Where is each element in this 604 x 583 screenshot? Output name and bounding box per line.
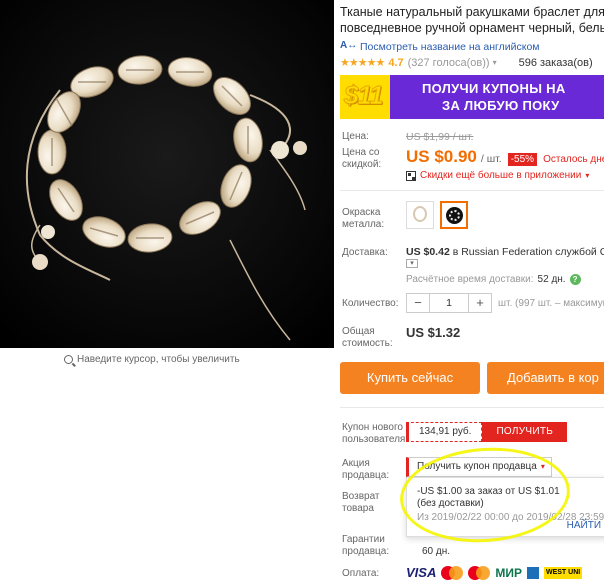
color-label: Окраска металла: (342, 207, 384, 231)
orders-count: 596 заказа(ов) (518, 56, 593, 69)
rating-votes[interactable]: (327 голоса(ов)) (408, 57, 490, 69)
quantity-label: Количество: (342, 298, 399, 309)
chevron-down-icon[interactable]: ▾ (541, 462, 545, 471)
total-label-1: Общая (342, 326, 375, 337)
payment-label: Оплата: (342, 568, 380, 579)
title-line-2: повседневное ручной орнамент черный, бел… (340, 21, 604, 35)
buy-now-button[interactable]: Купить сейчас (340, 362, 480, 394)
chevron-down-icon[interactable]: ▾ (493, 58, 497, 67)
app-deal-link[interactable]: Скидки ещё больше в приложении ▾ (406, 170, 589, 181)
banner-amount: $11 (343, 80, 383, 111)
get-coupon-button[interactable]: ПОЛУЧИТЬ (482, 422, 568, 442)
guarantee-label-1: Гарантии (342, 534, 385, 545)
seller-coupon-dropdown-text[interactable]: Получить купон продавца (417, 461, 537, 472)
original-price: US $1,99 / шт. (406, 131, 474, 143)
total-label-2: стоимость: (342, 338, 393, 349)
seller-label-2: продавца: (342, 470, 390, 481)
shipping-label: Доставка: (342, 247, 388, 258)
color-label-2: металла: (342, 219, 385, 230)
new-user-coupon-label: Купон нового пользователя (342, 422, 405, 446)
discount-price-amount: US $0.90 (406, 147, 477, 166)
title-line-1: Тканые натуральный ракушками браслет для… (340, 5, 604, 19)
find-coupon-link[interactable]: НАЙТИ (567, 520, 601, 532)
discount-badge: -55% (507, 153, 538, 166)
translate-link[interactable]: A↔ Посмотреть название на английском (340, 40, 540, 53)
product-image[interactable] (0, 0, 334, 348)
color-label-1: Окраска (342, 207, 381, 218)
translate-icon: A↔ (340, 40, 358, 51)
banner-line-2: ЗА ЛЮБУЮ ПОКУ (442, 98, 560, 113)
discount-price: US $0.90 / шт. -55% Осталось дне (406, 147, 604, 167)
seller-coupon-popup: -US $1.00 за заказ от US $1.01 (без дост… (406, 477, 604, 537)
price-unit: / шт. (480, 153, 502, 165)
app-deal-text[interactable]: Скидки ещё больше в приложении (420, 170, 581, 181)
translate-link-text[interactable]: Посмотреть название на английском (360, 41, 540, 53)
bracelet-thumb-icon (446, 207, 463, 224)
payment-card-icon (526, 566, 539, 579)
rating-row: ★★★★★ 4.7 (327 голоса(ов)) ▾ 596 заказа(… (340, 56, 593, 70)
shipping-info[interactable]: US $0.42 в Russian Federation службой Ch… (406, 246, 604, 258)
shipping-destination[interactable]: Russian Federation службой Chi (461, 246, 604, 258)
new-user-coupon: 134,91 руб. ПОЛУЧИТЬ (406, 422, 568, 442)
returns-label-2: товара (342, 503, 374, 514)
star-rating-icon[interactable]: ★★★★★ (340, 56, 385, 69)
total-price: US $1.32 (406, 325, 461, 340)
divider (340, 190, 604, 191)
chevron-down-icon[interactable]: ▾ (585, 171, 589, 180)
rating-score: 4.7 (388, 56, 404, 69)
divider (340, 407, 604, 408)
seller-coupon-dropdown[interactable]: Получить купон продавца ▾ (406, 457, 552, 477)
product-title: Тканые натуральный ракушками браслет для… (340, 4, 604, 36)
bracelet-thumb-icon (413, 206, 427, 222)
guarantee-label-2: продавца: (342, 546, 390, 557)
zoom-hint-text: Наведите курсор, чтобы увеличить (77, 354, 240, 365)
help-icon[interactable]: ? (569, 274, 581, 285)
delivery-eta: Расчётное время доставки: 52 дн. ? (406, 274, 581, 285)
time-remaining: Осталось дне (543, 154, 604, 165)
popup-shipping-note: (без доставки) (417, 498, 484, 509)
magnifier-icon (64, 355, 73, 364)
quantity-stepper: − 1 + шт. (997 шт. – максимум на (406, 293, 604, 313)
returns-label: Возврат товара (342, 491, 380, 515)
bead (271, 141, 289, 159)
coupon-promo-banner[interactable]: $11 ПОЛУЧИ КУПОНЫ НА ЗА ЛЮБУЮ ПОКУ (340, 75, 604, 119)
guarantee-days: 60 дн. (422, 546, 451, 557)
qr-code-icon (406, 170, 416, 181)
eta-label: Расчётное время доставки: (406, 274, 534, 285)
returns-label-1: Возврат (342, 491, 380, 502)
popup-discount: -US $1.00 за заказ от US $1.01 (417, 486, 560, 497)
mastercard-icon (441, 565, 464, 580)
banner-line-1: ПОЛУЧИ КУПОНЫ НА (422, 81, 566, 96)
new-user-label-2: пользователя (342, 434, 406, 445)
zoom-hint: Наведите курсор, чтобы увеличить (64, 354, 240, 365)
payment-methods: VISA МИР WEST UNI (406, 565, 583, 580)
eta-days: 52 дн. (537, 274, 566, 285)
discount-label-2: скидкой: (342, 159, 382, 170)
seller-label-1: Акция (342, 458, 370, 469)
mir-icon: МИР (495, 565, 522, 580)
discount-label-1: Цена со (342, 147, 380, 158)
bracelet-illustration (0, 0, 334, 348)
coupon-amount: 134,91 руб. (406, 422, 483, 442)
chevron-down-icon[interactable]: ▾ (406, 259, 418, 268)
color-swatch-white[interactable] (406, 201, 434, 229)
guarantee-label: Гарантии продавца: (342, 534, 389, 558)
shipping-pre: в (452, 246, 459, 258)
decrease-button[interactable]: − (407, 294, 429, 312)
increase-button[interactable]: + (469, 294, 491, 312)
quantity-box: − 1 + (406, 293, 492, 313)
color-swatch-black[interactable] (440, 201, 468, 229)
shipping-cost: US $0.42 (406, 246, 450, 258)
price-label: Цена: (342, 131, 369, 142)
western-union-icon: WEST UNI (543, 566, 583, 579)
total-label: Общая стоимость: (342, 326, 393, 350)
visa-icon: VISA (406, 565, 437, 580)
seller-promo-label: Акция продавца: (342, 458, 389, 482)
quantity-note: шт. (997 шт. – максимум на (498, 297, 604, 309)
add-to-cart-button[interactable]: Добавить в кор (487, 362, 604, 394)
new-user-label-1: Купон нового (342, 422, 403, 433)
discount-price-label: Цена со скидкой: (342, 147, 381, 171)
maestro-icon (468, 565, 491, 580)
quantity-input[interactable]: 1 (429, 294, 469, 312)
